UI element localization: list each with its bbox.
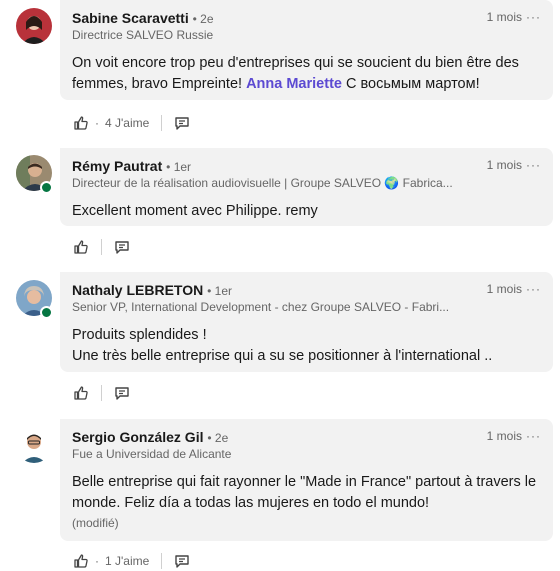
comment-line: Produits splendides ! [72, 327, 207, 343]
edited-label: (modifié) [72, 516, 119, 530]
author-headline: Fue a Universidad de Alicante [72, 447, 232, 461]
comment-text: On voit encore trop peu d'entreprises qu… [72, 53, 541, 95]
connection-degree: • 2e [192, 12, 214, 26]
author-name[interactable]: Sergio González Gil [72, 429, 203, 445]
comment-text-part: С восьмым мартом! [341, 76, 480, 92]
comment-bubble: Nathaly LEBRETON • 1er Senior VP, Intern… [60, 272, 553, 372]
comment-bubble: Sabine Scaravetti • 2e Directrice SALVEO… [60, 0, 553, 100]
avatar[interactable] [16, 427, 52, 463]
author-name[interactable]: Rémy Pautrat [72, 158, 162, 174]
timestamp: 1 mois [486, 10, 522, 24]
comment-bubble: Rémy Pautrat • 1er Directeur de la réali… [60, 148, 553, 226]
connection-degree: • 1er [207, 284, 232, 298]
reaction-separator: · [95, 116, 99, 130]
author-name[interactable]: Nathaly LEBRETON [72, 282, 203, 298]
reply-icon[interactable] [174, 115, 190, 131]
author-headline: Senior VP, International Development - c… [72, 300, 450, 314]
connection-degree: • 1er [166, 160, 192, 174]
comment-actions [73, 237, 130, 257]
more-options-icon[interactable]: ··· [526, 282, 541, 296]
comment-actions: · 4 J'aime [73, 113, 190, 133]
like-icon[interactable] [73, 115, 89, 131]
author-headline: Directrice SALVEO Russie [72, 28, 214, 42]
reply-icon[interactable] [114, 385, 130, 401]
reaction-count[interactable]: 1 J'aime [105, 554, 149, 568]
online-presence-indicator [40, 181, 53, 194]
timestamp: 1 mois [486, 429, 522, 443]
comment-actions: · 1 J'aime [73, 551, 190, 571]
like-icon[interactable] [73, 553, 89, 569]
divider [161, 115, 163, 131]
more-options-icon[interactable]: ··· [526, 158, 541, 172]
divider [161, 553, 163, 569]
comment-meta: 1 mois ··· [487, 10, 541, 24]
author-headline: Directeur de la réalisation audiovisuell… [72, 176, 453, 190]
avatar[interactable] [16, 8, 52, 44]
comment-text: Excellent moment avec Philippe. remy [72, 203, 318, 219]
divider [101, 385, 102, 401]
like-icon[interactable] [73, 239, 89, 255]
divider [101, 239, 102, 255]
comment-text: Belle entreprise qui fait rayonner le "M… [72, 474, 537, 511]
reaction-separator: · [95, 554, 99, 568]
reply-icon[interactable] [114, 239, 130, 255]
more-options-icon[interactable]: ··· [526, 429, 541, 443]
comment-text: Produits splendides ! Une très belle ent… [72, 325, 541, 367]
timestamp: 1 mois [486, 158, 522, 172]
timestamp: 1 mois [486, 282, 522, 296]
comment-actions [73, 383, 130, 403]
comment-meta: 1 mois ··· [487, 158, 541, 172]
connection-degree: • 2e [207, 431, 229, 445]
comment-line: Une très belle entreprise qui a su se po… [72, 348, 493, 364]
mention-link[interactable]: Anna Mariette [246, 76, 342, 92]
comment-meta: 1 mois ··· [487, 429, 541, 443]
like-icon[interactable] [73, 385, 89, 401]
comment-meta: 1 mois ··· [487, 282, 541, 296]
reply-icon[interactable] [174, 553, 190, 569]
more-options-icon[interactable]: ··· [526, 10, 541, 24]
reaction-count[interactable]: 4 J'aime [105, 116, 149, 130]
online-presence-indicator [40, 306, 53, 319]
author-name[interactable]: Sabine Scaravetti [72, 10, 189, 26]
comment-bubble: Sergio González Gil • 2e Fue a Universid… [60, 419, 553, 541]
